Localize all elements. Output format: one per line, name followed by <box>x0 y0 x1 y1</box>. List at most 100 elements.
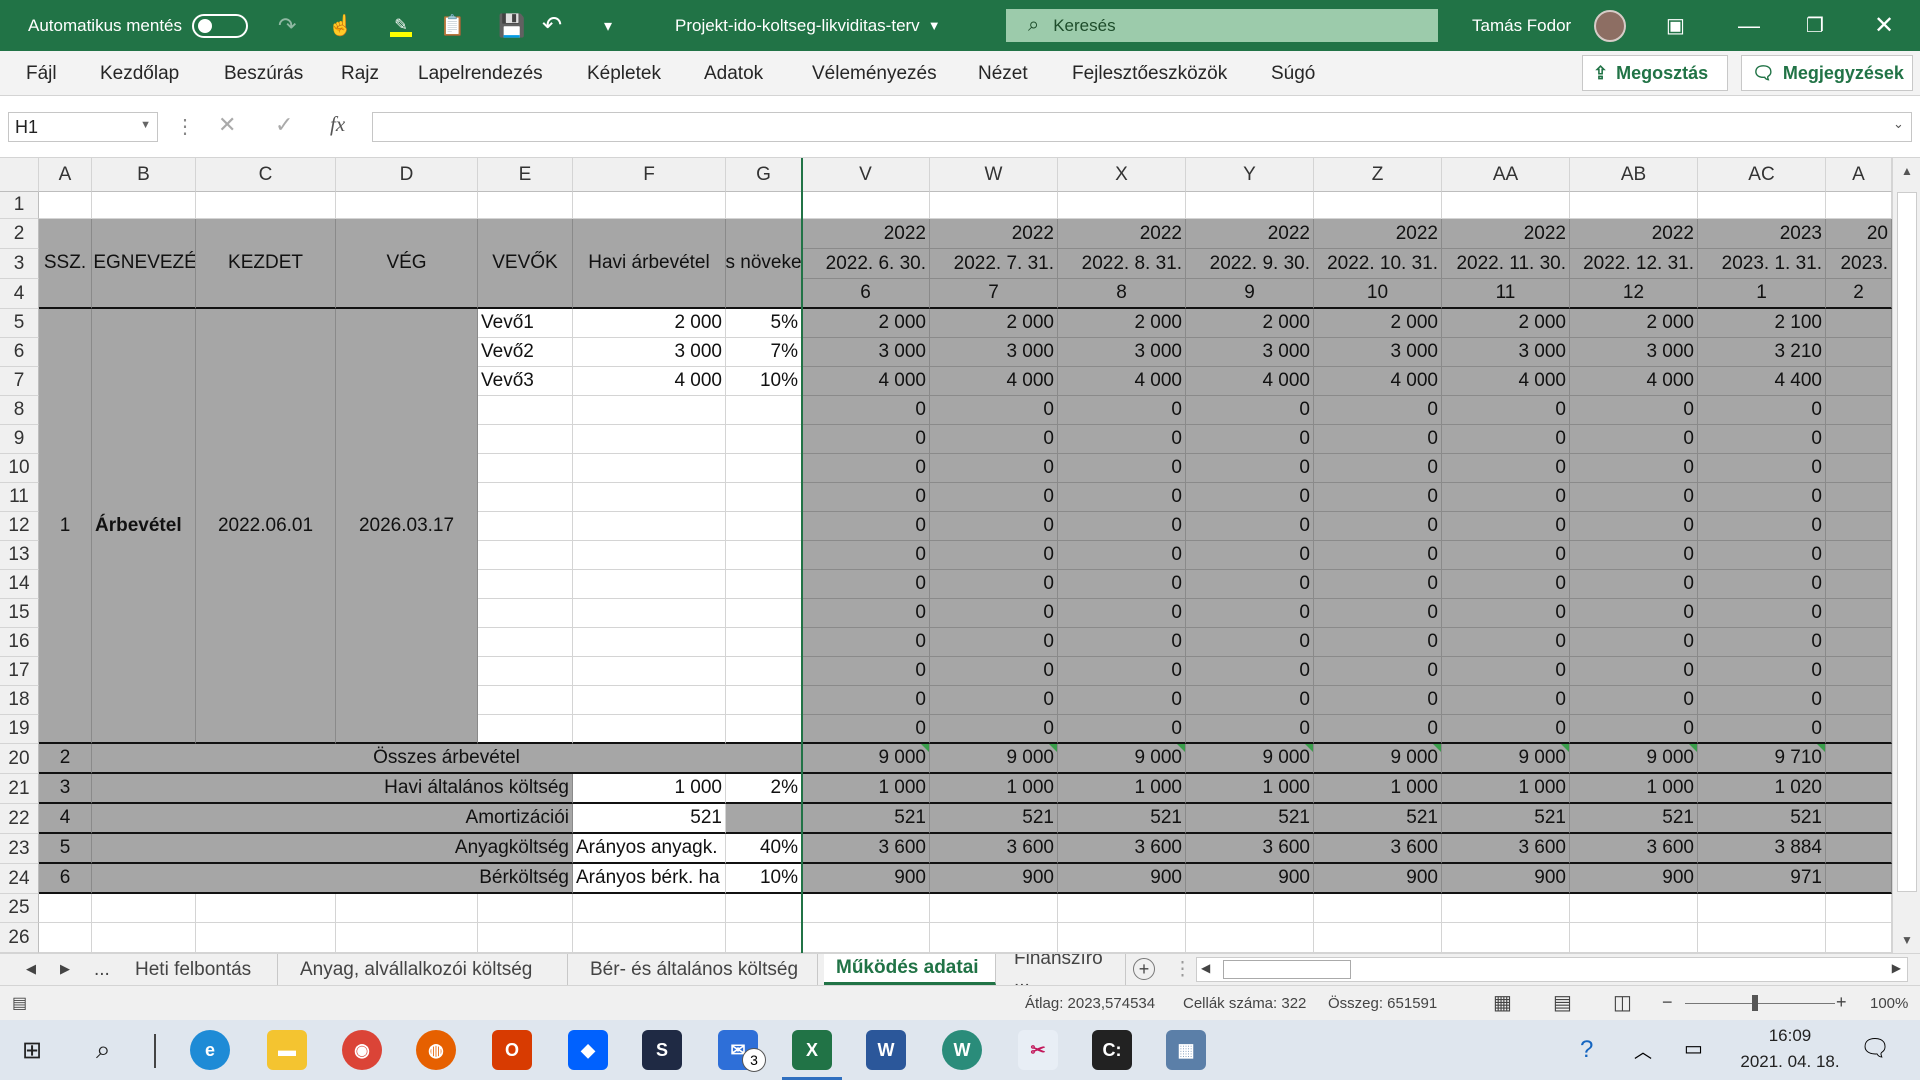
summary-value-cell[interactable]: 521 <box>1186 804 1314 834</box>
customer-name-cell[interactable] <box>478 512 573 541</box>
cell[interactable] <box>336 894 478 923</box>
value-cell[interactable]: 0 <box>1442 628 1570 657</box>
splitter-icon[interactable]: ⋮ <box>1173 958 1192 981</box>
summary-value-cell[interactable]: 1 000 <box>1058 774 1186 804</box>
cell[interactable] <box>1186 192 1314 219</box>
paste-icon[interactable]: 📋 <box>440 0 465 51</box>
tab-file[interactable]: Fájl <box>26 51 57 96</box>
value-cell[interactable]: 4 000 <box>1570 367 1698 396</box>
cell[interactable] <box>1698 923 1826 953</box>
value-cell[interactable] <box>1826 338 1892 367</box>
column-header[interactable]: AA <box>1442 158 1570 192</box>
value-cell[interactable] <box>1826 425 1892 454</box>
row-header[interactable]: 11 <box>0 483 39 512</box>
summary-value-cell[interactable]: 900 <box>1186 864 1314 894</box>
customer-growth-cell[interactable]: 10% <box>726 367 802 396</box>
customer-growth-cell[interactable] <box>726 686 802 715</box>
horizontal-scrollbar[interactable]: ◀ ▶ <box>1196 957 1908 982</box>
cell[interactable] <box>930 923 1058 953</box>
touch-mode-icon[interactable]: ☝ <box>328 0 353 51</box>
tab-help[interactable]: Súgó <box>1271 51 1315 96</box>
customer-growth-cell[interactable] <box>726 570 802 599</box>
value-cell[interactable]: 0 <box>1698 686 1826 715</box>
value-cell[interactable]: 4 000 <box>1314 367 1442 396</box>
value-cell[interactable]: 0 <box>930 541 1058 570</box>
cell[interactable] <box>478 894 573 923</box>
value-cell[interactable]: 4 000 <box>930 367 1058 396</box>
value-cell[interactable]: 4 000 <box>802 367 930 396</box>
value-cell[interactable]: 0 <box>1186 483 1314 512</box>
search-box[interactable]: ⌕ Keresés <box>1006 9 1438 42</box>
zoom-slider-thumb[interactable] <box>1752 995 1758 1011</box>
value-cell[interactable]: 3 000 <box>1058 338 1186 367</box>
error-indicator-icon[interactable] <box>921 744 929 752</box>
value-cell[interactable]: 0 <box>1314 512 1442 541</box>
error-indicator-icon[interactable] <box>1689 744 1697 752</box>
save-icon[interactable]: 💾 <box>498 0 525 51</box>
summary-value-cell[interactable]: 900 <box>930 864 1058 894</box>
customer-name-cell[interactable] <box>478 686 573 715</box>
column-header[interactable]: B <box>92 158 196 192</box>
customer-amount-cell[interactable] <box>573 570 726 599</box>
customer-growth-cell[interactable]: 5% <box>726 309 802 338</box>
value-cell[interactable]: 0 <box>1442 425 1570 454</box>
value-cell[interactable]: 0 <box>802 657 930 686</box>
column-header[interactable]: D <box>336 158 478 192</box>
value-cell[interactable]: 0 <box>1314 541 1442 570</box>
customer-growth-cell[interactable] <box>726 454 802 483</box>
value-cell[interactable]: 3 000 <box>1314 338 1442 367</box>
row-header[interactable]: 10 <box>0 454 39 483</box>
summary-value-cell[interactable]: 521 <box>802 804 930 834</box>
tab-draw[interactable]: Rajz <box>341 51 379 96</box>
value-cell[interactable]: 0 <box>1186 396 1314 425</box>
redo-icon[interactable]: ↷ <box>278 0 296 51</box>
value-cell[interactable]: 0 <box>1698 715 1826 744</box>
value-cell[interactable]: 0 <box>1570 686 1698 715</box>
value-cell[interactable]: 0 <box>802 454 930 483</box>
value-cell[interactable]: 0 <box>1698 657 1826 686</box>
customer-growth-cell[interactable] <box>726 541 802 570</box>
scroll-thumb[interactable] <box>1897 192 1917 892</box>
value-cell[interactable]: 0 <box>1314 628 1442 657</box>
cell[interactable] <box>478 192 573 219</box>
value-cell[interactable]: 0 <box>930 454 1058 483</box>
customer-name-cell[interactable] <box>478 570 573 599</box>
value-cell[interactable]: 0 <box>1570 483 1698 512</box>
summary-value-cell[interactable]: 9 000 <box>1570 744 1698 774</box>
sheet-tab-mukodes[interactable]: Működés adatai <box>824 954 996 985</box>
value-cell[interactable]: 0 <box>930 396 1058 425</box>
zoom-in-icon[interactable]: + <box>1836 992 1847 1013</box>
summary-value-cell[interactable]: 9 000 <box>930 744 1058 774</box>
column-header[interactable]: W <box>930 158 1058 192</box>
sheet-tab-finansz[interactable]: Finanszíro ... <box>1002 954 1126 985</box>
value-cell[interactable] <box>1826 628 1892 657</box>
cell[interactable] <box>39 923 92 953</box>
value-cell[interactable] <box>1826 309 1892 338</box>
customer-name-cell[interactable] <box>478 483 573 512</box>
customer-growth-cell[interactable] <box>726 657 802 686</box>
value-cell[interactable]: 0 <box>1058 657 1186 686</box>
year-cell[interactable]: 2022 <box>1570 219 1698 249</box>
error-indicator-icon[interactable] <box>1817 744 1825 752</box>
spreadsheet-grid[interactable]: A B C D E F G V W X Y Z AA AB AC A 1 2 3 4 5 6 7 8 9 10 11 12 13 14 15… <box>0 158 1892 953</box>
value-cell[interactable]: 0 <box>1570 396 1698 425</box>
restore-icon[interactable]: ❐ <box>1806 0 1824 51</box>
normal-view-icon[interactable]: ▦ <box>1493 990 1512 1015</box>
value-cell[interactable]: 0 <box>1698 570 1826 599</box>
windows-start-icon[interactable]: ⊞ <box>22 1036 42 1065</box>
value-cell[interactable]: 0 <box>1698 628 1826 657</box>
value-cell[interactable]: 0 <box>1442 483 1570 512</box>
cell[interactable] <box>1570 192 1698 219</box>
year-cell[interactable]: 20 <box>1826 219 1892 249</box>
customer-amount-cell[interactable] <box>573 454 726 483</box>
summary-value-cell[interactable]: 3 600 <box>1314 834 1442 864</box>
row-header[interactable]: 24 <box>0 864 39 894</box>
value-cell[interactable]: 0 <box>1570 628 1698 657</box>
summary-rate-cell[interactable]: 40% <box>726 834 802 864</box>
value-cell[interactable]: 0 <box>802 541 930 570</box>
value-cell[interactable]: 0 <box>1186 686 1314 715</box>
customer-name-cell[interactable] <box>478 541 573 570</box>
value-cell[interactable]: 0 <box>930 599 1058 628</box>
cell[interactable] <box>1826 894 1892 923</box>
summary-value-cell[interactable] <box>1826 864 1892 894</box>
